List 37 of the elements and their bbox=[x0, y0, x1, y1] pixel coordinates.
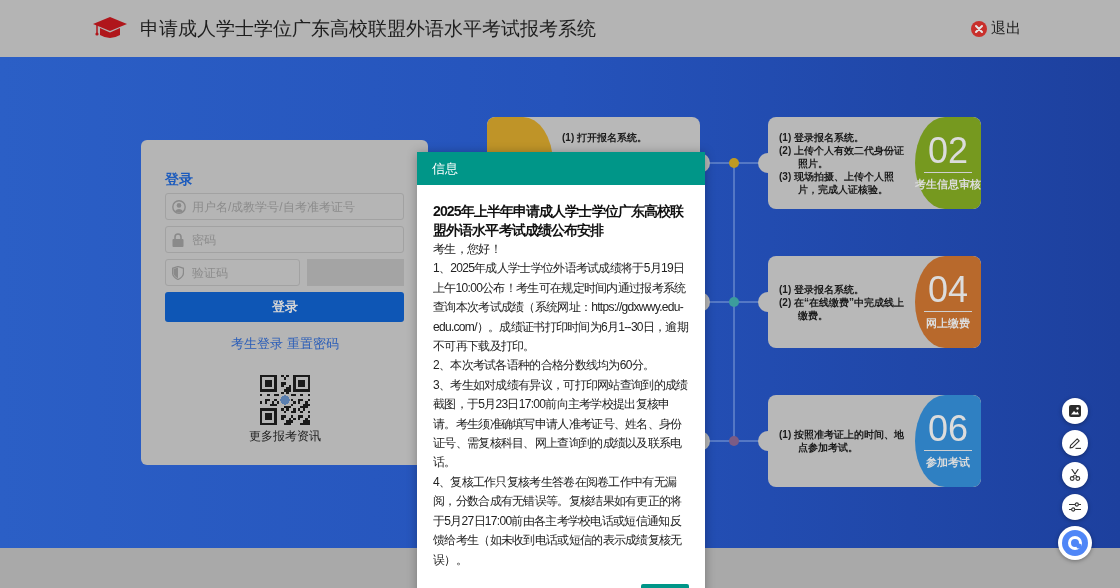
user-icon bbox=[172, 199, 186, 214]
step-title: 网上缴费 bbox=[926, 316, 970, 330]
step-number: 02 bbox=[927, 131, 968, 171]
step-text: (3) 现场拍摄、上传个人照片，完成人证核验。 bbox=[779, 169, 895, 196]
dialog-paragraph: 4、复核工作只复核考生答卷在阅卷工作中有无漏阅，分数合成有无错误等。复核结果如有更正的将于5月27日17:00前由各主考学校电话或短信通知反馈给考生（如未收到电话或短信的表示成绩复核无误）。 bbox=[433, 473, 683, 569]
step-title: 参加考试 bbox=[926, 455, 970, 469]
step-text: (1) 登录报名系统。 bbox=[779, 130, 865, 144]
text-link[interactable]: 重置密码 bbox=[286, 336, 339, 352]
logout-button[interactable]: 退出 bbox=[971, 19, 1021, 38]
scissors-icon bbox=[1069, 469, 1081, 481]
lock-icon bbox=[172, 232, 184, 247]
dialog-paragraph: 1、2025年成人学士学位外语考试成绩将于5月19日上午10:00公布！考生可在规定时间内通过报考系统查询本次考试成绩（系统网址：https://gdxwwy.edu-edu.com/）。成绩证书打印时间为6月1--30日，逾期不可再下载及打印。 bbox=[433, 260, 689, 356]
qr-caption: 更多报考资讯 bbox=[248, 428, 321, 444]
image-icon bbox=[1069, 405, 1081, 417]
step-number: 06 bbox=[927, 409, 968, 449]
login-button[interactable]: 登录 bbox=[165, 292, 404, 322]
page-title: 申请成人学士学位广东高校联盟外语水平考试报考系统 bbox=[140, 16, 597, 41]
graduation-cap-icon bbox=[93, 17, 127, 40]
pen-icon bbox=[1069, 437, 1081, 449]
step-number: 04 bbox=[927, 270, 968, 310]
shield-icon bbox=[172, 265, 184, 280]
dialog-heading: 2025年上半年申请成人学士学位广东高校联盟外语水平考试成绩公布安排 bbox=[433, 202, 685, 240]
step-text: (1) 按照准考证上的时间、地点参加考试。 bbox=[779, 428, 905, 454]
close-icon bbox=[971, 20, 987, 37]
qr-code bbox=[259, 375, 310, 425]
ring-icon bbox=[1062, 530, 1088, 556]
step-text: (2) 上传个人有效二代身份证照片。 bbox=[779, 143, 905, 170]
sliders-icon bbox=[1069, 502, 1081, 512]
dialog-paragraph: 3、考生如对成绩有异议，可打印网站查询到的成绩截图，于5月23日17:00前向主考学校提出复核申请。考生须准确填写申请人准考证号、姓名、身份证号、需复核科目、网上查询到的成绩以及联系电话。 bbox=[433, 376, 689, 472]
step-text: (1) 打开报名系统。 bbox=[562, 131, 648, 144]
step-text: (2) 在“在线缴费”中完成线上缴费。 bbox=[779, 295, 905, 322]
step-text: (1) 登录报名系统。 bbox=[779, 282, 865, 296]
dialog-paragraph: 考生，您好！ bbox=[433, 241, 502, 258]
login-title: 登录 bbox=[165, 170, 193, 188]
dialog-paragraph: 2、本次考试各语种的合格分数线均为60分。 bbox=[433, 357, 656, 375]
dialog-title: 信息 bbox=[417, 152, 705, 185]
text-link[interactable]: 考生登录 bbox=[230, 336, 283, 352]
